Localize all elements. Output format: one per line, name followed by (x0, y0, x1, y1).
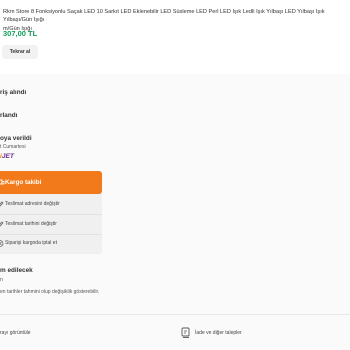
footer-divider (0, 314, 350, 315)
cancel-in-cargo-button[interactable]: Siparişi kargoda iptal et (0, 234, 102, 253)
step-order-received: riş alındı (0, 89, 27, 96)
pencil-icon (0, 200, 4, 209)
step-prepared: rlandı (0, 112, 18, 119)
return-request-icon (181, 327, 191, 339)
shipped-date: t Cumartesi (0, 144, 26, 150)
view-invoice-link[interactable]: rayı görüntüle (0, 330, 31, 336)
cargo-tracking-label: Kargo takibi (5, 179, 42, 186)
carrier-logo: iJET (0, 153, 14, 160)
reorder-button[interactable]: Tekrar al (2, 45, 38, 59)
step-to-be-delivered: m edilecek (0, 267, 33, 274)
cargo-tracking-button[interactable]: Kargo takibi (0, 171, 102, 194)
estimate-note: en tarihler tahmini olup değişiklik göst… (0, 289, 100, 295)
pencil-icon (0, 220, 4, 229)
product-price: 307,00 TL (3, 29, 38, 38)
change-date-button[interactable]: Teslimat tarihini değiştir (0, 215, 102, 234)
delivery-date: n (0, 277, 3, 283)
cancel-icon (0, 239, 4, 248)
step-shipped: oya verildi (0, 135, 32, 142)
product-title[interactable]: Rkm Store 8 Fonksiyonlu Saçak LED 10 Sar… (3, 8, 350, 33)
change-address-button[interactable]: Teslimat adresini değiştir (0, 195, 102, 214)
